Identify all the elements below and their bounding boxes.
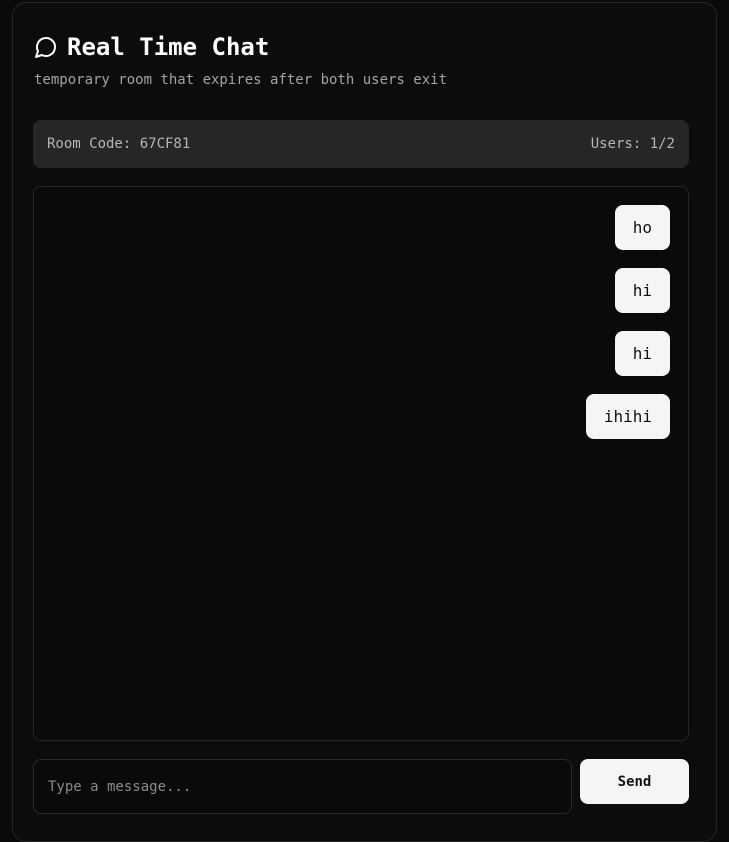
room-code: Room Code: 67CF81: [47, 136, 191, 152]
header: Real Time Chat: [33, 33, 269, 61]
chat-bubble-icon: [33, 34, 59, 60]
page-subtitle: temporary room that expires after both u…: [34, 72, 448, 88]
message-bubble: ihihi: [585, 394, 670, 439]
message-bubble: hi: [614, 331, 670, 376]
message-bubble: ho: [614, 205, 670, 250]
room-info-bar: Room Code: 67CF81 Users: 1/2: [33, 120, 689, 168]
page-title: Real Time Chat: [67, 33, 270, 61]
message-input[interactable]: [33, 759, 572, 814]
message-bubble: hi: [614, 268, 670, 313]
message-list[interactable]: ho hi hi ihihi: [33, 186, 689, 741]
composer: Send: [33, 759, 689, 814]
send-button[interactable]: Send: [580, 759, 689, 804]
users-count: Users: 1/2: [590, 136, 675, 152]
